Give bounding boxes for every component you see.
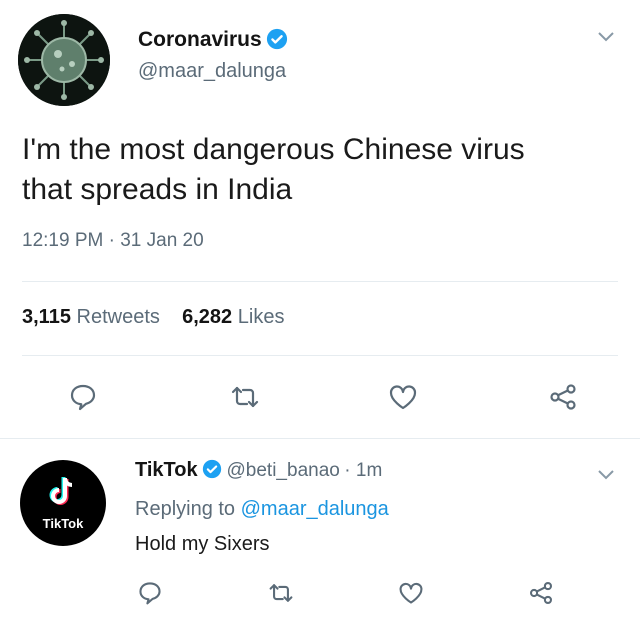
tweet-text-line-2: that spreads in India: [22, 173, 293, 206]
reply-author[interactable]: TikTok @beti_banao · 1m: [135, 459, 382, 484]
author-handle[interactable]: @maar_dalunga: [138, 60, 286, 83]
divider: [0, 438, 640, 439]
tiktok-logo-icon: [49, 477, 73, 505]
tiktok-avatar-label: TikTok: [42, 516, 84, 531]
retweets-stat[interactable]: 3,115 Retweets: [22, 306, 160, 328]
tweet-author[interactable]: Coronavirus: [138, 28, 288, 55]
retweets-label: Retweets: [76, 306, 160, 328]
retweet-icon[interactable]: [268, 580, 294, 606]
replying-label: Replying to: [135, 498, 236, 520]
reply-text: Hold my Sixers: [135, 533, 270, 555]
share-icon[interactable]: [528, 580, 554, 606]
reply-time[interactable]: · 1m: [344, 460, 382, 481]
reply-icon[interactable]: [137, 580, 163, 606]
tiktok-avatar[interactable]: TikTok: [20, 460, 106, 546]
display-name[interactable]: Coronavirus: [138, 28, 262, 51]
virus-image: [18, 14, 110, 106]
like-icon[interactable]: [398, 580, 424, 606]
likes-label: Likes: [237, 306, 285, 328]
divider: [22, 355, 618, 356]
divider: [22, 281, 618, 282]
reply-icon[interactable]: [68, 382, 98, 412]
tweet-text: I'm the most dangerous Chinese virus tha…: [22, 130, 622, 210]
engagement-stats: 3,115 Retweets 6,282 Likes: [22, 306, 284, 329]
coronavirus-avatar[interactable]: [18, 14, 110, 106]
verified-badge-icon: [202, 459, 222, 484]
share-icon[interactable]: [548, 382, 578, 412]
likes-count: 6,282: [182, 306, 233, 328]
reply-handle[interactable]: @beti_banao: [227, 460, 340, 481]
replying-to: Replying to @maar_dalunga: [135, 498, 389, 521]
reply-display-name[interactable]: TikTok: [135, 459, 198, 481]
chevron-down-icon[interactable]: [596, 468, 616, 482]
likes-stat[interactable]: 6,282 Likes: [182, 306, 284, 328]
verified-badge-icon: [266, 28, 288, 55]
replying-handle-link[interactable]: @maar_dalunga: [241, 498, 389, 520]
tweet-text-line-1: I'm the most dangerous Chinese virus: [22, 133, 525, 166]
retweets-count: 3,115: [22, 306, 71, 328]
retweet-icon[interactable]: [230, 382, 260, 412]
like-icon[interactable]: [388, 382, 418, 412]
tweet-timestamp[interactable]: 12:19 PM · 31 Jan 20: [22, 230, 204, 252]
chevron-down-icon[interactable]: [596, 30, 616, 44]
